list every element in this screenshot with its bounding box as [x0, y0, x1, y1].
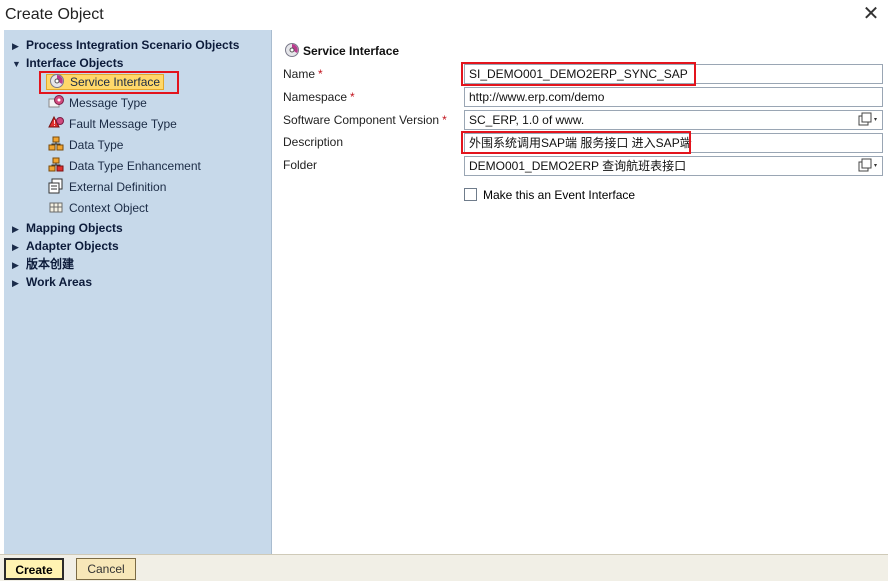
- expand-arrow-icon[interactable]: ▶: [12, 220, 26, 238]
- tree-group-interface-objects[interactable]: ▼ Interface Objects: [12, 54, 123, 72]
- software-component-version-field[interactable]: SC_ERP, 1.0 of www.: [464, 110, 883, 130]
- namespace-field[interactable]: http://www.erp.com/demo: [464, 87, 883, 107]
- value-help-icon[interactable]: [856, 158, 880, 174]
- namespace-label-text: Namespace: [283, 90, 348, 104]
- name-label: Name *: [283, 65, 323, 83]
- tree-item-label: Fault Message Type: [69, 117, 177, 131]
- expand-arrow-icon[interactable]: ▶: [12, 238, 26, 256]
- tree-item-external-definition[interactable]: External Definition: [48, 178, 166, 196]
- tree-group-version-creation[interactable]: ▶ 版本创建: [12, 255, 74, 273]
- tree-item-data-type-enhancement[interactable]: Data Type Enhancement: [48, 157, 201, 175]
- tree-group-label: 版本创建: [26, 257, 75, 271]
- window-titlebar: Create Object ✕: [0, 0, 888, 30]
- namespace-label: Namespace *: [283, 88, 355, 106]
- form-header: Service Interface: [284, 42, 399, 60]
- object-form-panel: Service Interface Name * SI_DEMO001_DEMO2…: [272, 30, 888, 554]
- required-star: *: [442, 113, 447, 127]
- tree-group-process-integration[interactable]: ▶ Process Integration Scenario Objects: [12, 36, 239, 54]
- create-button[interactable]: Create: [4, 558, 64, 580]
- tree-group-label: Mapping Objects: [26, 221, 123, 235]
- tree-group-label: Interface Objects: [26, 56, 124, 70]
- folder-label: Folder: [283, 156, 317, 174]
- tree-item-label: Context Object: [69, 201, 149, 215]
- svg-text:!: !: [53, 119, 56, 128]
- tree-group-label: Adapter Objects: [26, 239, 119, 253]
- context-object-icon: [48, 199, 66, 215]
- required-star: *: [350, 90, 355, 104]
- cancel-button[interactable]: Cancel: [76, 558, 136, 580]
- tree-group-work-areas[interactable]: ▶ Work Areas: [12, 273, 92, 291]
- expand-arrow-icon[interactable]: ▶: [12, 274, 26, 292]
- collapse-arrow-icon[interactable]: ▼: [12, 55, 26, 73]
- folder-label-text: Folder: [283, 158, 318, 172]
- form-header-title: Service Interface: [303, 44, 400, 58]
- namespace-field-value: http://www.erp.com/demo: [469, 90, 605, 104]
- annotation-name-box: [461, 62, 696, 86]
- software-component-version-label-text: Software Component Version: [283, 113, 440, 127]
- data-type-enhancement-icon: [48, 157, 66, 173]
- value-help-icon[interactable]: [856, 112, 880, 128]
- fault-message-type-icon: !: [48, 115, 66, 131]
- dialog-footer: Create Cancel: [0, 554, 888, 581]
- required-star: *: [318, 67, 323, 81]
- event-interface-checkbox[interactable]: [464, 188, 477, 201]
- message-type-icon: [48, 94, 66, 110]
- tree-item-data-type[interactable]: Data Type: [48, 136, 123, 154]
- external-definition-icon: [48, 178, 66, 194]
- tree-item-label: Data Type Enhancement: [69, 159, 201, 173]
- window-title: Create Object: [5, 6, 104, 23]
- annotation-highlight-box: [39, 71, 179, 94]
- event-interface-checkbox-row[interactable]: Make this an Event Interface: [464, 186, 635, 204]
- tree-item-message-type[interactable]: Message Type: [48, 94, 147, 112]
- tree-item-label: Message Type: [69, 96, 147, 110]
- software-component-version-label: Software Component Version *: [283, 111, 447, 129]
- object-type-tree: ▶ Process Integration Scenario Objects ▼ I…: [4, 30, 272, 554]
- expand-arrow-icon[interactable]: ▶: [12, 37, 26, 55]
- name-label-text: Name: [283, 67, 316, 81]
- folder-field-value: DEMO001_DEMO2ERP 查询航班表接口: [469, 159, 687, 173]
- description-label: Description: [283, 133, 343, 151]
- folder-field[interactable]: DEMO001_DEMO2ERP 查询航班表接口: [464, 156, 883, 176]
- tree-group-label: Work Areas: [26, 275, 93, 289]
- service-interface-icon: [284, 42, 300, 58]
- annotation-description-box: [461, 131, 691, 154]
- expand-arrow-icon[interactable]: ▶: [12, 256, 26, 274]
- tree-item-label: Data Type: [69, 138, 124, 152]
- description-label-text: Description: [283, 135, 344, 149]
- tree-item-context-object[interactable]: Context Object: [48, 199, 148, 217]
- tree-item-fault-message-type[interactable]: ! Fault Message Type: [48, 115, 177, 133]
- tree-group-adapter-objects[interactable]: ▶ Adapter Objects: [12, 237, 119, 255]
- data-type-icon: [48, 136, 66, 152]
- tree-group-mapping-objects[interactable]: ▶ Mapping Objects: [12, 219, 123, 237]
- software-component-version-value: SC_ERP, 1.0 of www.: [469, 113, 585, 127]
- event-interface-checkbox-label: Make this an Event Interface: [483, 188, 636, 202]
- tree-item-label: External Definition: [69, 180, 167, 194]
- tree-group-label: Process Integration Scenario Objects: [26, 38, 240, 52]
- close-icon[interactable]: ✕: [860, 3, 882, 25]
